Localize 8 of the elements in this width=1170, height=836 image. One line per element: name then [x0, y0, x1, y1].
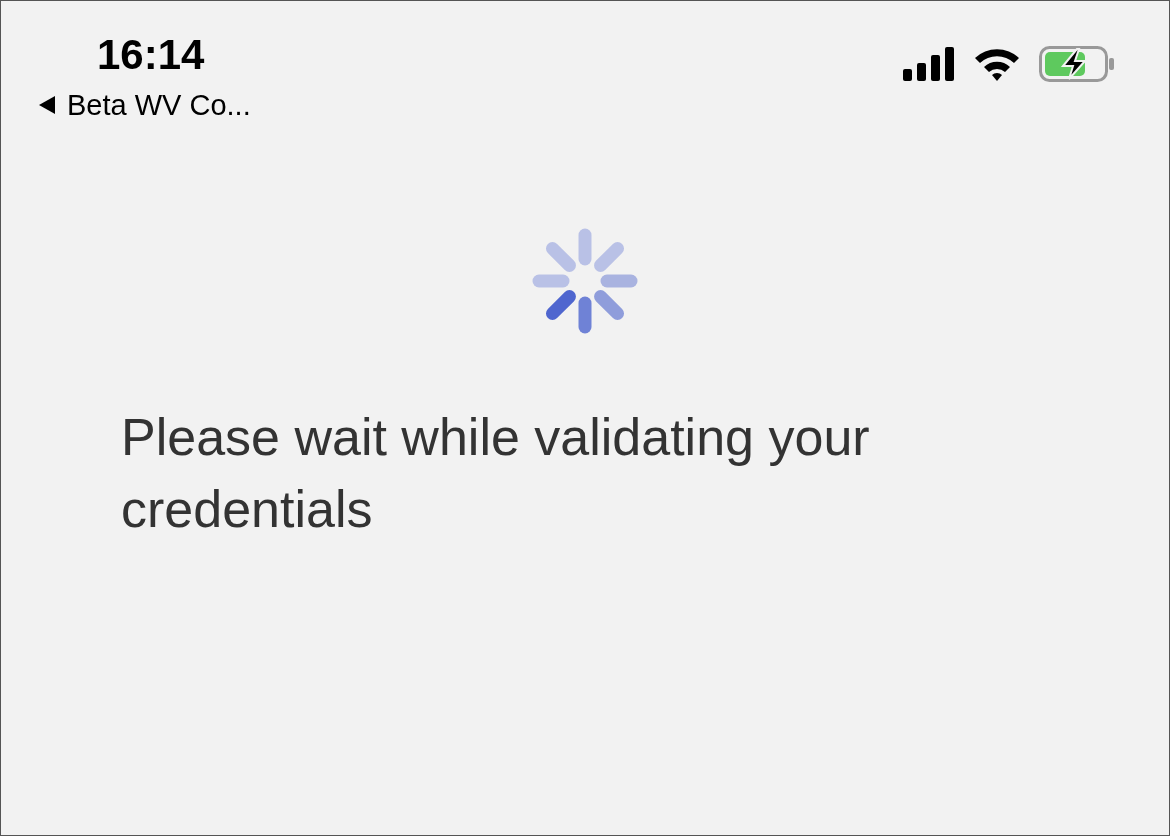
spinner-icon	[531, 227, 639, 335]
clock-time: 16:14	[97, 30, 206, 80]
status-message: Please wait while validating your credentials	[121, 407, 871, 540]
signal-icon	[903, 47, 955, 81]
back-link[interactable]: Beta WV Co...	[37, 87, 251, 123]
battery-charging-icon	[1039, 46, 1115, 82]
wifi-icon	[973, 47, 1021, 81]
back-arrow-icon	[37, 95, 57, 115]
